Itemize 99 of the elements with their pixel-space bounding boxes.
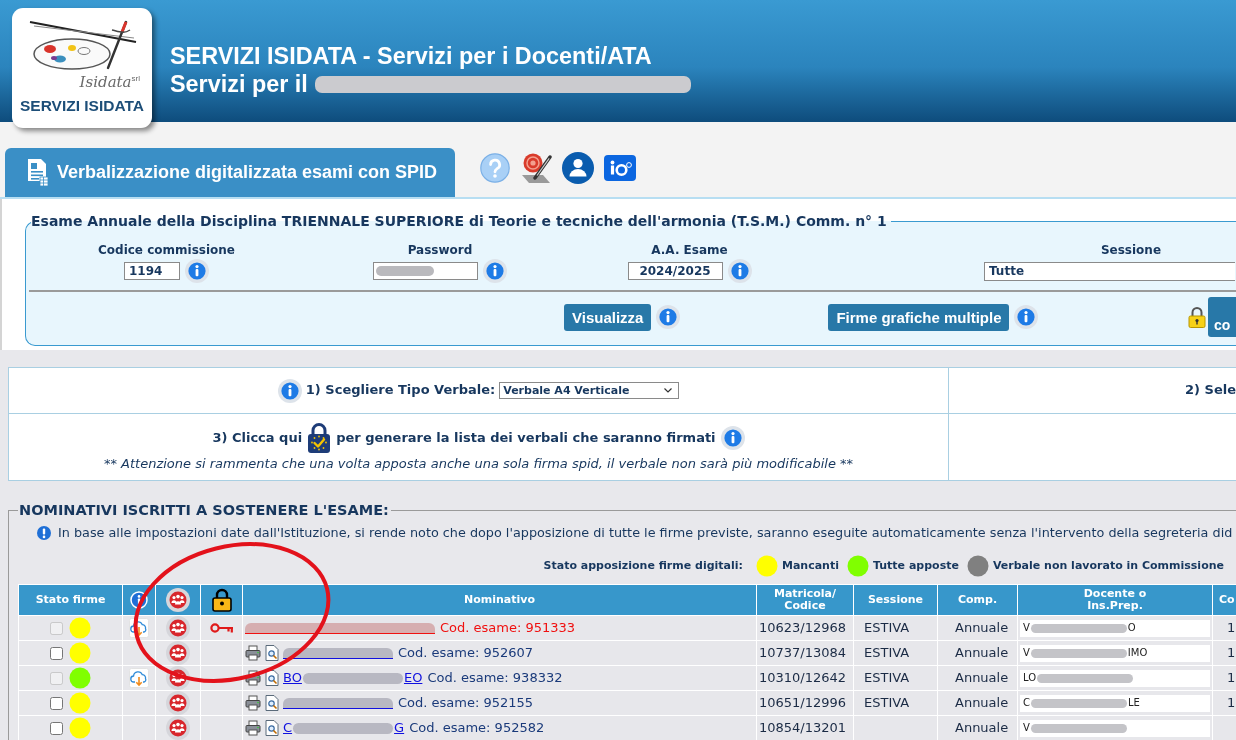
- matricola-text: 10854/13201: [759, 719, 847, 735]
- exam-code-text: Cod. esame: 951333: [440, 619, 576, 637]
- info-icon[interactable]: [185, 259, 209, 283]
- text-field[interactable]: 2024/2025: [627, 262, 723, 280]
- column-header: Comp.: [957, 593, 998, 606]
- redacted-text: [376, 266, 434, 276]
- column-header: Stato firme: [35, 593, 106, 606]
- session-text: ESTIVA: [864, 619, 910, 635]
- group-icon[interactable]: [166, 641, 190, 665]
- action-button[interactable]: Firme grafiche multiple: [828, 303, 1010, 331]
- group-icon[interactable]: [166, 691, 190, 715]
- teacher-field: V: [1020, 719, 1210, 737]
- matricola-text: 10651/12996: [759, 694, 847, 710]
- alert-icon: [37, 526, 51, 540]
- printer-icon[interactable]: [245, 720, 261, 736]
- field-label: Codice commissione: [97, 242, 236, 258]
- info-icon[interactable]: [656, 305, 681, 329]
- column-10-text: 1: [1227, 619, 1236, 635]
- caret-icon: [664, 388, 673, 393]
- column-10-text: 1: [1227, 694, 1236, 710]
- teacher-field: C LE: [1020, 694, 1210, 712]
- legend-title: Stato apposizione firme digitali:: [543, 559, 743, 573]
- page-subtitle: Servizi per il: [170, 70, 308, 98]
- select-field[interactable]: Tutte: [984, 261, 1235, 281]
- info-icon: [130, 591, 148, 609]
- step-label: 1) Scegliere Tipo Verbale:: [305, 382, 496, 399]
- document-search-icon[interactable]: [265, 720, 279, 736]
- column-header: Sessione: [867, 593, 924, 606]
- info-icon[interactable]: [1014, 305, 1039, 329]
- warning-text: ** Attenzione si rammenta che una volta apposta anche una sola firma spid, il verbale non sarà più modificabile **: [103, 455, 854, 473]
- padlock-icon: [210, 588, 233, 612]
- component-text: Annuale: [955, 669, 1009, 685]
- info-icon[interactable]: [727, 259, 752, 283]
- field-label: Sessione: [1099, 242, 1163, 258]
- session-text: ESTIVA: [864, 669, 910, 685]
- teacher-field: V IMO: [1020, 644, 1210, 662]
- action-button[interactable]: co: [1208, 297, 1236, 337]
- seal-pen-icon[interactable]: [520, 152, 552, 184]
- legend-label: Tutte apposte: [872, 559, 959, 573]
- password-field[interactable]: [373, 262, 478, 280]
- column-header: Matricola/ Codice: [773, 587, 837, 612]
- padlock-icon: [1188, 306, 1206, 328]
- exam-code-text: Cod. esame: 938332: [427, 669, 563, 687]
- section-title: NOMINATIVI ISCRITTI A SOSTENERE L'ESAME:: [18, 502, 390, 518]
- component-text: Annuale: [955, 719, 1009, 735]
- document-search-icon[interactable]: [265, 695, 279, 711]
- logo-wordmark: Isidata: [79, 74, 132, 90]
- select-field[interactable]: Verbale A4 Verticale: [499, 382, 680, 399]
- document-search-icon[interactable]: [265, 645, 279, 661]
- column-header: Nominativo: [464, 593, 535, 606]
- row-checkbox[interactable]: [50, 646, 63, 660]
- notice-text: In base alle impostazioni date dall'Istituzione, si rende noto che dopo l'apposizione di tutte le firme previste, saranno eseguite automaticamente senza l'intervento della segreteria did: [58, 525, 1233, 541]
- signature-lock-icon[interactable]: [307, 421, 332, 454]
- exam-title: Esame Annuale della Disciplina TRIENNALE SUPERIORE di Teorie e tecniche dell'armonia (T.S.M.) Comm. n° 1: [31, 212, 888, 230]
- info-icon[interactable]: [277, 378, 302, 403]
- legend-label: Mancanti: [781, 559, 839, 573]
- row-checkbox[interactable]: [50, 721, 63, 735]
- matricola-text: 10737/13084: [759, 644, 847, 660]
- column-header: Co: [1219, 593, 1235, 606]
- field-label: Password: [406, 242, 474, 258]
- exam-code-text: Cod. esame: 952582: [409, 719, 545, 737]
- step-label: 3) Clicca qui: [212, 429, 303, 446]
- info-icon[interactable]: [720, 425, 745, 450]
- exam-code-text: Cod. esame: 952155: [398, 694, 534, 712]
- student-name-link[interactable]: C G: [283, 719, 405, 737]
- teacher-field: V O: [1020, 619, 1210, 637]
- group-icon: [166, 588, 190, 612]
- logo-caption: SERVIZI ISIDATA: [20, 97, 144, 115]
- column-10-text: 1: [1227, 669, 1236, 685]
- component-text: Annuale: [955, 694, 1009, 710]
- logo-suffix: srl: [131, 74, 140, 83]
- column-10-text: 1: [1227, 644, 1236, 660]
- step-label: 2) Sele: [1185, 382, 1236, 398]
- field-label: A.A. Esame: [650, 242, 729, 258]
- row-checkbox[interactable]: [50, 696, 63, 710]
- matricola-text: 10623/12968: [759, 619, 847, 635]
- exam-code-text: Cod. esame: 952607: [398, 644, 534, 662]
- legend-label: Verbale non lavorato in Commissione: [992, 559, 1224, 573]
- action-button[interactable]: Visualizza: [564, 303, 652, 331]
- matricola-text: 10310/12642: [759, 669, 847, 685]
- user-icon[interactable]: [562, 152, 594, 184]
- step-label: per generare la lista dei verbali che saranno firmati: [336, 429, 716, 446]
- session-text: ESTIVA: [864, 644, 910, 660]
- student-name-link[interactable]: [283, 647, 393, 659]
- session-text: ESTIVA: [864, 694, 910, 710]
- page-title: SERVIZI ISIDATA - Servizi per i Docenti/ATA: [170, 42, 652, 70]
- column-header: Docente o Ins.Prep.: [1083, 587, 1147, 612]
- info-icon[interactable]: [483, 259, 507, 283]
- component-text: Annuale: [955, 619, 1009, 635]
- text-field[interactable]: 1194: [124, 262, 180, 280]
- component-text: Annuale: [955, 644, 1009, 660]
- teacher-field: LO: [1020, 669, 1210, 687]
- document-list-icon: [27, 158, 49, 187]
- printer-icon[interactable]: [245, 645, 261, 661]
- group-icon[interactable]: [166, 716, 190, 740]
- printer-icon[interactable]: [245, 695, 261, 711]
- student-name-link[interactable]: [283, 697, 393, 709]
- tab[interactable]: Verbalizzazione digitalizzata esami con SPID: [5, 148, 455, 197]
- app-logo-icon[interactable]: [604, 155, 636, 181]
